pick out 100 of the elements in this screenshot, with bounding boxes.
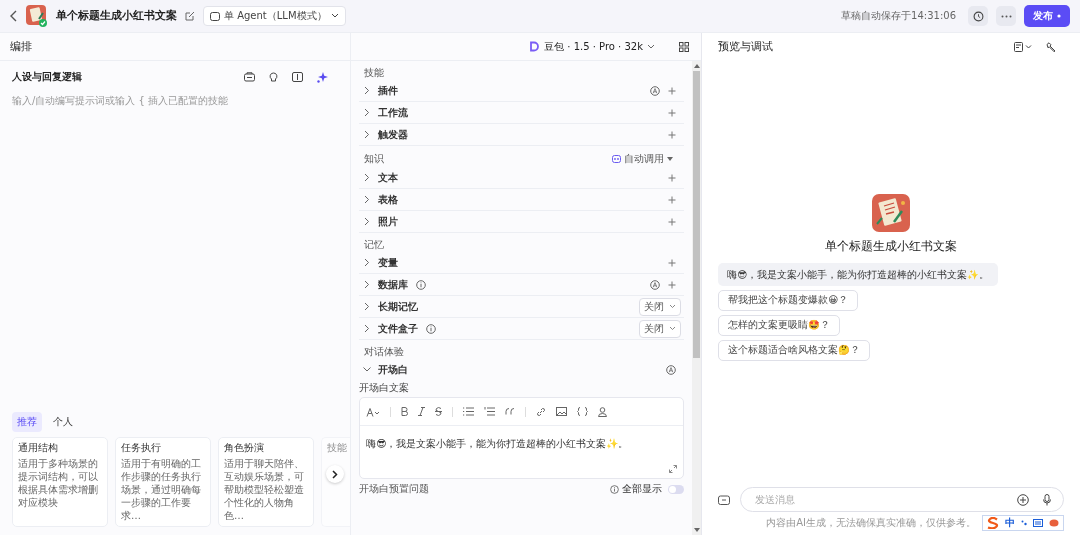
- add-icon[interactable]: [668, 195, 676, 204]
- next-button[interactable]: [326, 465, 344, 483]
- field-label: 开场白文案: [359, 381, 410, 395]
- info-icon[interactable]: [610, 484, 619, 494]
- more-icon: [1000, 14, 1012, 18]
- image-icon[interactable]: [556, 407, 567, 417]
- row-label[interactable]: 照片: [378, 215, 398, 228]
- auto-call-dropdown[interactable]: 自动调用: [612, 152, 673, 166]
- link-icon[interactable]: [536, 406, 546, 417]
- template-tab[interactable]: 个人: [48, 412, 78, 432]
- strikethrough-icon[interactable]: [435, 407, 442, 417]
- keyboard-icon[interactable]: [1033, 519, 1043, 527]
- add-icon[interactable]: [668, 258, 676, 267]
- chevron-icon[interactable]: [364, 108, 370, 117]
- numbered-list-icon[interactable]: [484, 407, 495, 417]
- template-tab[interactable]: 推荐: [12, 412, 42, 432]
- publish-button[interactable]: 发布: [1024, 5, 1070, 27]
- auto-icon[interactable]: [650, 85, 660, 96]
- notepad-icon: [26, 5, 48, 27]
- add-icon[interactable]: [668, 130, 676, 139]
- chevron-icon[interactable]: [364, 217, 370, 226]
- select-dropdown[interactable]: 关闭: [639, 319, 681, 338]
- template-icon[interactable]: [244, 72, 255, 82]
- card-description: 适用于多种场景的提示词结构，可以根据具体需求增删对应模块: [18, 457, 99, 509]
- chevron-icon[interactable]: [364, 173, 370, 182]
- show-all-toggle[interactable]: [668, 484, 684, 494]
- section-title: 对话体验: [364, 346, 404, 358]
- suggested-question[interactable]: 帮我把这个标题变爆款😀？: [718, 290, 858, 312]
- caret-icon: [669, 304, 676, 309]
- bold-icon[interactable]: [401, 407, 408, 417]
- expand-icon[interactable]: [669, 465, 677, 474]
- message-input[interactable]: 发送消息: [753, 493, 1003, 506]
- mode-dropdown[interactable]: 单 Agent（LLM模式）: [203, 6, 346, 26]
- greeting-message: 嗨😎，我是文案小能手，能为你打造超棒的小红书文案✨。: [718, 262, 998, 287]
- chevron-icon[interactable]: [364, 280, 370, 289]
- card-title: 任务执行: [121, 442, 162, 454]
- card-description: 适用于有明确的工作步骤的任务执行场景，通过明确每一步骤的工作要求…: [121, 457, 202, 522]
- bracket-icon[interactable]: [292, 72, 303, 82]
- scroll-down-icon[interactable]: [693, 528, 700, 532]
- lightbulb-icon[interactable]: [269, 71, 278, 83]
- italic-icon[interactable]: [418, 407, 425, 417]
- document-settings-icon[interactable]: [1014, 41, 1032, 52]
- add-icon[interactable]: [668, 280, 676, 289]
- add-icon[interactable]: [668, 108, 676, 117]
- chevron-icon[interactable]: [364, 86, 370, 95]
- add-icon[interactable]: [668, 86, 676, 95]
- add-icon[interactable]: [1017, 493, 1029, 506]
- suggested-question[interactable]: 这个标题适合啥风格文案🤔？: [718, 340, 870, 362]
- agent-icon: [210, 11, 220, 21]
- row-label[interactable]: 文件盒子: [378, 322, 418, 335]
- row-label[interactable]: 数据库: [378, 278, 408, 291]
- row-label[interactable]: 插件: [378, 84, 398, 97]
- row-label[interactable]: 开场白: [378, 363, 408, 376]
- grid-icon[interactable]: [679, 41, 689, 52]
- braces-icon[interactable]: [577, 407, 588, 417]
- chevron-right-icon: [332, 469, 338, 479]
- select-dropdown[interactable]: 关闭: [639, 297, 681, 316]
- chevron-icon[interactable]: [364, 130, 370, 139]
- chevron-icon[interactable]: [364, 324, 370, 333]
- auto-icon[interactable]: [666, 364, 676, 375]
- template-card[interactable]: 角色扮演 适用于聊天陪伴、互动娱乐场景，可帮助模型轻松塑造个性化的人物角色…: [218, 437, 314, 527]
- microphone-icon[interactable]: [1043, 493, 1051, 506]
- add-icon[interactable]: [668, 217, 676, 226]
- punctuation-icon[interactable]: [1021, 520, 1027, 526]
- opening-editor[interactable]: 嗨😎，我是文案小能手，能为你打造超棒的小红书文案✨。: [359, 397, 684, 480]
- chevron-icon[interactable]: [364, 258, 370, 267]
- scrollbar[interactable]: [692, 61, 701, 535]
- model-selector[interactable]: 豆包 · 1.5 · Pro · 32k: [529, 39, 655, 54]
- edit-icon[interactable]: [185, 11, 195, 21]
- template-card[interactable]: 任务执行 适用于有明确的工作步骤的任务执行场景，通过明确每一步骤的工作要求…: [115, 437, 211, 527]
- wrench-icon[interactable]: [1046, 41, 1056, 52]
- section-title: 人设与回复逻辑: [12, 71, 82, 83]
- info-icon[interactable]: [426, 323, 436, 334]
- scroll-up-icon[interactable]: [693, 64, 700, 68]
- info-icon[interactable]: [416, 279, 426, 290]
- row-label[interactable]: 表格: [378, 193, 398, 206]
- row-label[interactable]: 文本: [378, 171, 398, 184]
- add-icon[interactable]: [668, 173, 676, 182]
- row-label[interactable]: 工作流: [378, 106, 408, 119]
- chevron-icon[interactable]: [362, 366, 372, 373]
- input-method-toolbar[interactable]: 中: [982, 515, 1064, 531]
- row-label[interactable]: 触发器: [378, 128, 408, 141]
- disclaimer-text: 内容由AI生成，无法确保真实准确，仅供参考。: [766, 517, 976, 529]
- row-label[interactable]: 长期记忆: [378, 300, 418, 313]
- chevron-icon[interactable]: [364, 195, 370, 204]
- input-method-logo-icon[interactable]: [987, 517, 999, 529]
- caret-icon: [667, 157, 673, 161]
- sparkle-icon[interactable]: [317, 71, 328, 83]
- person-icon[interactable]: [598, 406, 607, 417]
- row-label[interactable]: 变量: [378, 256, 398, 269]
- card-title: 通用结构: [18, 442, 59, 454]
- bullet-list-icon[interactable]: [463, 407, 474, 417]
- back-icon[interactable]: [10, 10, 18, 22]
- suggested-question[interactable]: 怎样的文案更吸睛🤩？: [718, 315, 840, 337]
- chevron-icon[interactable]: [364, 302, 370, 311]
- auto-icon[interactable]: [650, 279, 660, 290]
- language-mode[interactable]: 中: [1005, 517, 1015, 529]
- template-card[interactable]: 通用结构 适用于多种场景的提示词结构，可以根据具体需求增删对应模块: [12, 437, 108, 527]
- history-button[interactable]: [968, 6, 988, 26]
- quote-icon[interactable]: [505, 408, 515, 416]
